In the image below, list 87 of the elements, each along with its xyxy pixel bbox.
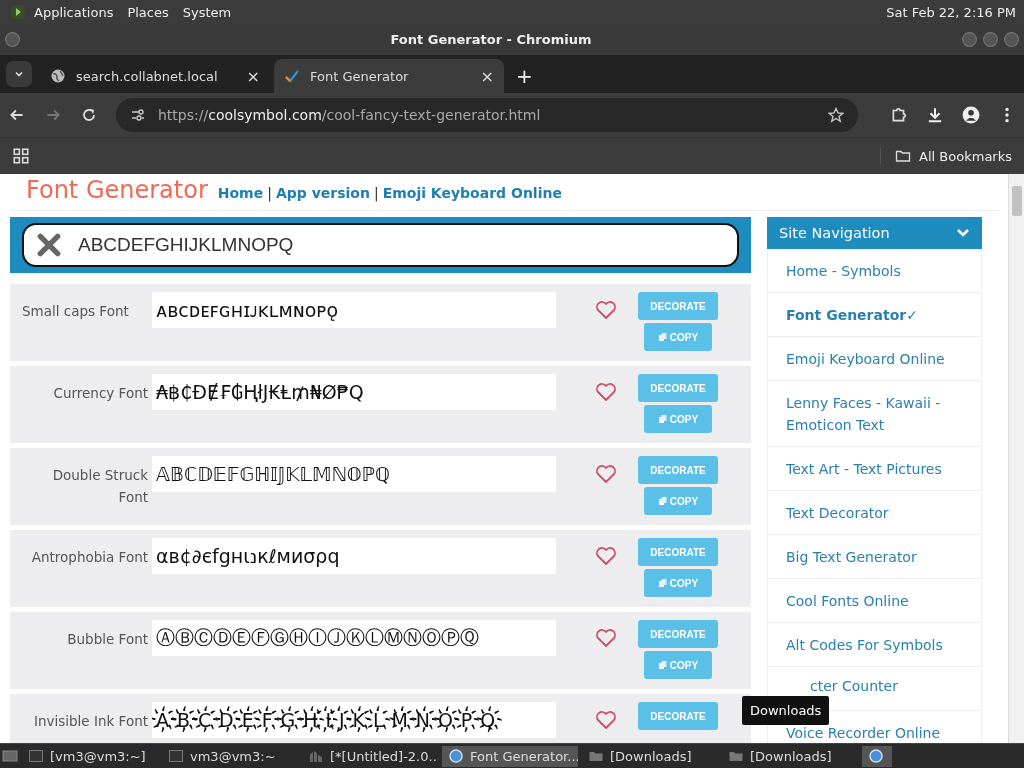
site-title: Font Generator — [26, 175, 208, 204]
link-separator: | — [373, 185, 379, 201]
window-control-icon[interactable] — [961, 31, 978, 48]
font-name: Currency Font — [52, 384, 148, 403]
window-control-icon[interactable] — [982, 31, 999, 48]
site-navigation-header[interactable]: Site Navigation — [767, 217, 982, 249]
copy-icon — [657, 414, 668, 424]
clock: Sat Feb 22, 2:16 PM — [886, 4, 1016, 20]
taskbar-item[interactable]: [Downloads] — [722, 745, 858, 767]
reload-icon[interactable] — [80, 106, 98, 124]
app-menu-icon[interactable] — [10, 4, 26, 20]
taskbar-item[interactable]: vm3@vm3:~ — [162, 745, 298, 767]
taskbar-item[interactable]: [*[Untitled]-2.0... — [302, 745, 438, 767]
navigation-link[interactable]: Emoji Keyboard Online — [768, 337, 981, 381]
chevron-icon — [956, 228, 970, 238]
taskbar-item[interactable]: [Downloads] — [582, 745, 718, 767]
folder-icon — [895, 148, 912, 164]
font-output[interactable]: ₳฿₵ĐɆ₣₲ⱧłJ₭Ⱡ₥₦Ø₱Q — [152, 374, 556, 410]
taskbar-item[interactable]: Font Generator... — [442, 745, 578, 767]
font-name: Small caps Font — [22, 302, 130, 321]
clear-icon[interactable] — [36, 232, 62, 258]
heart-icon[interactable] — [594, 626, 618, 650]
browser-app-icon — [868, 748, 884, 764]
font-name: Invisible Ink Font — [32, 712, 148, 731]
navigation-link[interactable]: Cool Fonts Online — [768, 579, 981, 623]
navigation-link[interactable]: Text Decorator — [768, 491, 981, 535]
font-output[interactable]: ᴀʙᴄᴅᴇꜰɢʜɪᴊᴋʟᴍɴᴏᴘǫ — [152, 292, 556, 328]
header-link[interactable]: Home — [217, 185, 264, 201]
tab-list-button[interactable] — [6, 61, 32, 87]
font-output[interactable]: ⒶⒷⒸⒹⒺⒻⒼⒽⒾⒿⓀⓁⓂⓃⓄⓅⓆ — [152, 620, 556, 656]
panel-menu[interactable]: Places — [127, 4, 169, 20]
caret-icon — [14, 69, 24, 79]
checkmark-icon — [284, 68, 300, 84]
address-bar[interactable]: https://coolsymbol.com/cool-fancy-text-generator.html — [116, 98, 858, 132]
terminal-app-icon — [28, 748, 44, 764]
copy-icon — [657, 578, 668, 588]
download-icon[interactable] — [926, 106, 944, 124]
site-settings-icon[interactable] — [130, 107, 146, 123]
panel-menu[interactable]: System — [182, 4, 232, 20]
star-icon[interactable] — [828, 107, 844, 123]
taskbar-button[interactable] — [862, 745, 892, 767]
window-icon — [4, 31, 21, 48]
text-input-field[interactable]: ABCDEFGHIJKLMNOPQ — [76, 233, 725, 257]
navigation-link[interactable]: Big Text Generator — [768, 535, 981, 579]
apps-icon[interactable] — [12, 147, 30, 165]
new-tab-button[interactable]: + — [516, 64, 533, 88]
navigation-link[interactable]: Home - Symbols — [768, 249, 981, 293]
navigation-link[interactable]: Lenny Faces - Kawaii - Emoticon Text — [768, 381, 981, 447]
heart-icon[interactable] — [594, 462, 618, 486]
globe-icon — [50, 68, 66, 84]
heart-icon[interactable] — [594, 298, 618, 322]
font-output[interactable]: αв¢∂єfgнιנкℓмиσρq — [152, 538, 556, 574]
all-bookmarks-button[interactable]: All Bookmarks — [880, 148, 1012, 164]
close-tab-button[interactable]: × — [480, 66, 494, 86]
navigation-link[interactable]: Text Art - Text Pictures — [768, 447, 981, 491]
copy-icon — [657, 496, 668, 506]
copy-icon — [657, 332, 668, 342]
header-link[interactable]: App version — [275, 185, 370, 201]
navigation-link[interactable]: Font Generator✓ — [768, 293, 981, 337]
heart-icon[interactable] — [594, 544, 618, 568]
extensions-icon[interactable] — [890, 106, 908, 124]
terminal-app-icon — [168, 748, 184, 764]
font-name: Bubble Font — [66, 630, 148, 649]
scrollbar[interactable] — [1008, 174, 1024, 743]
heart-icon[interactable] — [594, 708, 618, 732]
navigation-link[interactable]: Alt Codes For Symbols — [768, 623, 981, 667]
font-name: Antrophobia Font — [30, 548, 148, 567]
browser-app-icon — [448, 748, 464, 764]
browser-tab[interactable]: Font Generator × — [274, 59, 504, 93]
tooltip: Downloads — [742, 696, 830, 725]
font-name: Double Struck Font — [51, 466, 148, 507]
text-field[interactable]: ABCDEFGHIJKLMNOPQ — [22, 223, 739, 267]
panel-menu[interactable]: Applications — [34, 4, 114, 20]
font-output[interactable]: 𝔸𝔹ℂ𝔻𝔼𝔽𝔾ℍ𝕀𝕁𝕂𝕃𝕄ℕ𝕆ℙℚ — [152, 456, 556, 492]
window-control-icon[interactable] — [1003, 31, 1020, 48]
show-desktop-icon[interactable] — [2, 748, 18, 764]
browser-tab[interactable]: search.collabnet.local × — [40, 59, 270, 93]
url-text: https://coolsymbol.com/cool-fancy-text-generator.html — [158, 107, 541, 123]
editor-app-icon — [308, 748, 324, 764]
taskbar-item[interactable]: [vm3@vm3:~] — [22, 745, 158, 767]
profile-icon[interactable] — [962, 106, 980, 124]
close-tab-button[interactable]: × — [246, 66, 260, 86]
heart-icon[interactable] — [594, 380, 618, 404]
header-link[interactable]: Emoji Keyboard Online — [382, 185, 562, 201]
copy-icon — [657, 660, 668, 670]
link-separator: | — [267, 185, 272, 201]
window-title: Font Generator - Chromium — [389, 32, 593, 47]
